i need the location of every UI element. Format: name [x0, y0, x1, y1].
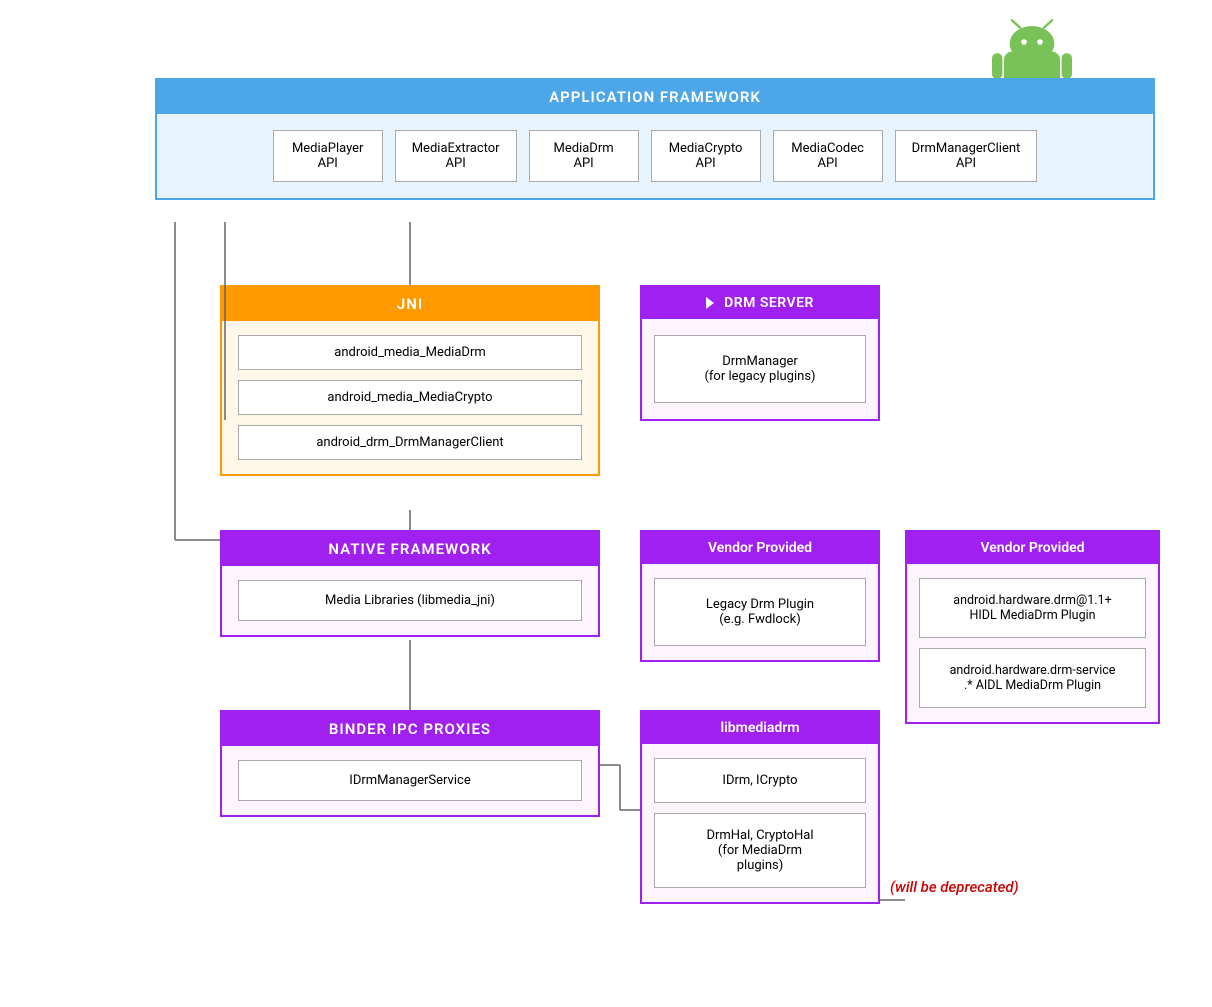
native-framework-body: Media Libraries (libmedia_jni) — [222, 566, 598, 635]
native-framework-box: NATIVE FRAMEWORK Media Libraries (libmed… — [220, 530, 600, 637]
api-box-mediacodec: MediaCodecAPI — [773, 130, 883, 182]
jni-item-mediacrypto: android_media_MediaCrypto — [238, 380, 582, 415]
api-box-drmmanagerclient: DrmManagerClientAPI — [895, 130, 1038, 182]
api-box-mediadrm: MediaDrmAPI — [529, 130, 639, 182]
drm-server-label: DRM SERVER — [724, 295, 814, 311]
deprecated-label: (will be deprecated) — [890, 878, 1019, 896]
vendor-right-item-hidl: android.hardware.drm@1.1+HIDL MediaDrm P… — [919, 578, 1146, 638]
app-framework-body: MediaPlayerAPI MediaExtractorAPI MediaDr… — [157, 114, 1153, 198]
binder-ipc-body: IDrmManagerService — [222, 746, 598, 815]
vendor-right-body: android.hardware.drm@1.1+HIDL MediaDrm P… — [907, 564, 1158, 722]
api-box-mediaextractor: MediaExtractorAPI — [395, 130, 517, 182]
api-box-mediaplayer: MediaPlayerAPI — [273, 130, 383, 182]
app-framework-header: APPLICATION FRAMEWORK — [157, 80, 1153, 114]
vendor-left-header: Vendor Provided — [642, 532, 878, 564]
drm-server-body: DrmManager(for legacy plugins) — [642, 319, 878, 419]
drm-server-item: DrmManager(for legacy plugins) — [654, 335, 866, 403]
libmediadrm-header: libmediadrm — [642, 712, 878, 744]
binder-ipc-item: IDrmManagerService — [238, 760, 582, 801]
vendor-right-header: Vendor Provided — [907, 532, 1158, 564]
libmediadrm-item-idrm: IDrm, ICrypto — [654, 758, 866, 803]
jni-box: JNI android_media_MediaDrm android_media… — [220, 285, 600, 476]
vendor-right-box: Vendor Provided android.hardware.drm@1.1… — [905, 530, 1160, 724]
libmediadrm-item-drmhal: DrmHal, CryptoHal(for MediaDrmplugins) — [654, 813, 866, 888]
app-framework-box: APPLICATION FRAMEWORK MediaPlayerAPI Med… — [155, 78, 1155, 200]
vendor-left-box: Vendor Provided Legacy Drm Plugin(e.g. F… — [640, 530, 880, 662]
vendor-left-body: Legacy Drm Plugin(e.g. Fwdlock) — [642, 564, 878, 660]
binder-ipc-box: BINDER IPC PROXIES IDrmManagerService — [220, 710, 600, 817]
diagram-container: APPLICATION FRAMEWORK MediaPlayerAPI Med… — [0, 0, 1212, 1007]
binder-ipc-header: BINDER IPC PROXIES — [222, 712, 598, 746]
jni-header: JNI — [222, 287, 598, 321]
jni-item-drmmanagerclient: android_drm_DrmManagerClient — [238, 425, 582, 460]
vendor-left-item: Legacy Drm Plugin(e.g. Fwdlock) — [654, 578, 866, 646]
vendor-right-item-aidl: android.hardware.drm-service.* AIDL Medi… — [919, 648, 1146, 708]
libmediadrm-box: libmediadrm IDrm, ICrypto DrmHal, Crypto… — [640, 710, 880, 904]
drm-server-header: DRM SERVER — [642, 287, 878, 319]
native-framework-header: NATIVE FRAMEWORK — [222, 532, 598, 566]
jni-body: android_media_MediaDrm android_media_Med… — [222, 321, 598, 474]
drm-server-box: DRM SERVER DrmManager(for legacy plugins… — [640, 285, 880, 421]
api-box-mediacrypto: MediaCryptoAPI — [651, 130, 761, 182]
jni-item-mediadrm: android_media_MediaDrm — [238, 335, 582, 370]
arrow-right-icon — [706, 297, 714, 309]
libmediadrm-body: IDrm, ICrypto DrmHal, CryptoHal(for Medi… — [642, 744, 878, 902]
native-framework-item: Media Libraries (libmedia_jni) — [238, 580, 582, 621]
